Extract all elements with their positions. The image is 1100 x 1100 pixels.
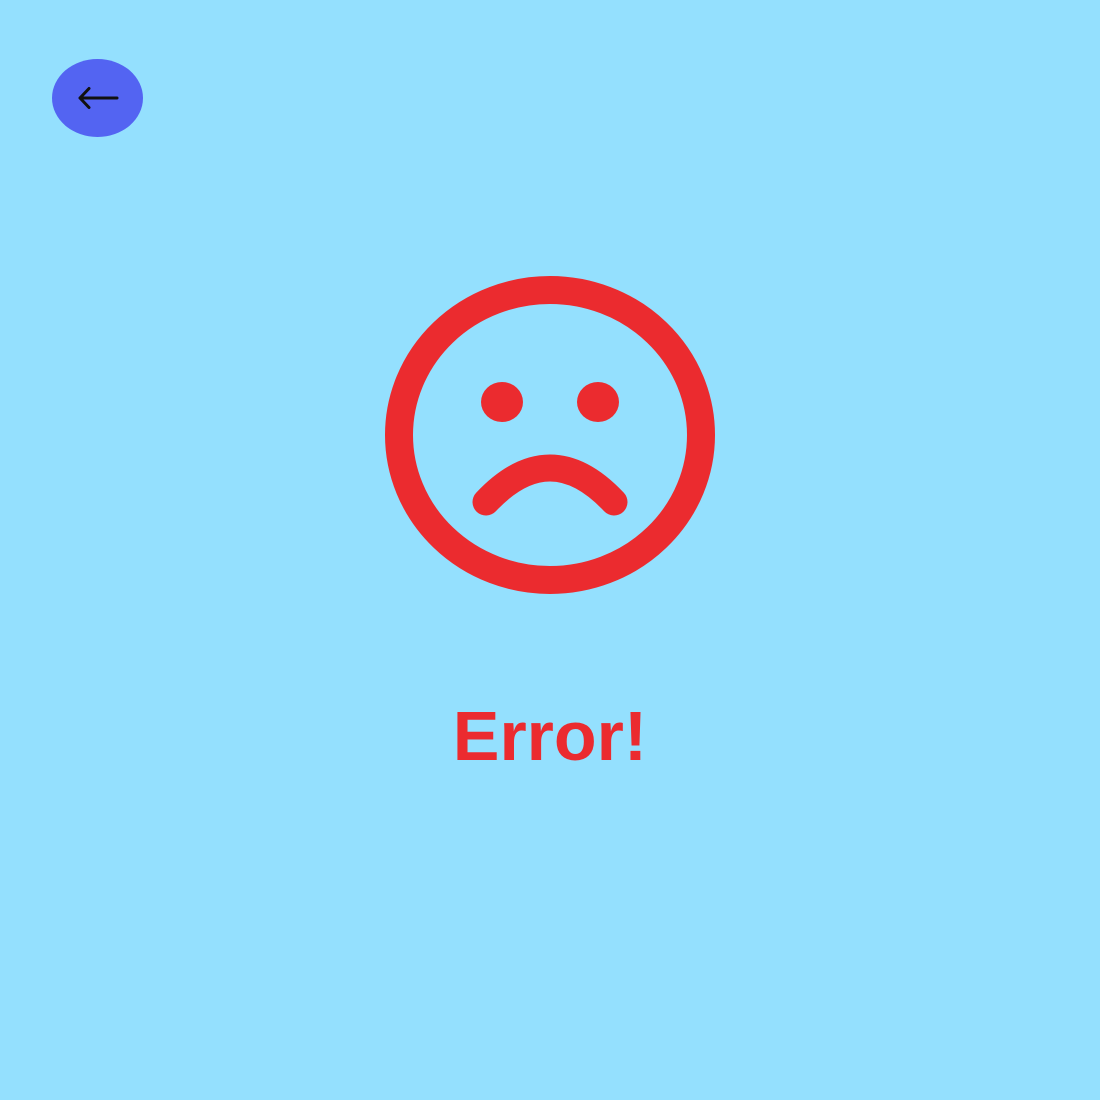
error-title: Error! bbox=[452, 697, 648, 775]
error-screen: Error! bbox=[0, 0, 1100, 1100]
sad-face-icon bbox=[384, 276, 716, 596]
back-button[interactable] bbox=[52, 59, 143, 137]
arrow-left-icon bbox=[78, 87, 118, 109]
